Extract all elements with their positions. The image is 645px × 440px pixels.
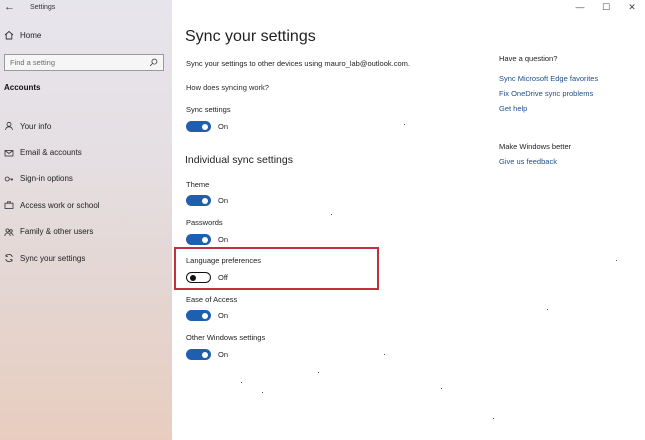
briefcase-icon <box>4 201 14 210</box>
search-icon[interactable] <box>149 58 158 67</box>
toggle-state: On <box>218 311 229 320</box>
sync-settings-toggle-row: On <box>186 121 228 132</box>
speck <box>547 309 548 310</box>
speck <box>441 388 442 389</box>
sidebar-item-sign-in-options[interactable]: Sign-in options <box>4 166 169 192</box>
sidebar-item-email-accounts[interactable]: Email & accounts <box>4 139 169 165</box>
close-button[interactable]: ✕ <box>619 0 645 14</box>
speck <box>616 260 617 261</box>
theme-toggle[interactable] <box>186 195 211 206</box>
window-controls: — ☐ ✕ <box>567 0 645 14</box>
title-bar: ← Settings <box>0 0 172 18</box>
language-preferences-toggle-row: Off <box>186 272 228 283</box>
ease-of-access-toggle[interactable] <box>186 310 211 321</box>
ease-of-access-toggle-row: On <box>186 310 228 321</box>
ease-of-access-label: Ease of Access <box>186 295 238 304</box>
how-syncing-works-link[interactable]: How does syncing work? <box>186 83 269 92</box>
toggle-state: On <box>218 122 229 131</box>
search-placeholder: Find a setting <box>10 58 56 67</box>
app-title: Settings <box>30 4 56 11</box>
mail-icon <box>4 149 14 156</box>
home-nav-item[interactable]: Home <box>4 30 41 40</box>
toggle-knob <box>202 197 208 204</box>
other-windows-settings-toggle-row: On <box>186 349 228 360</box>
home-icon <box>4 30 14 40</box>
toggle-state: On <box>218 350 229 359</box>
language-preferences-label: Language preferences <box>186 256 262 265</box>
speck <box>262 392 263 393</box>
sidebar-item-your-info[interactable]: Your info <box>4 113 169 139</box>
home-label: Home <box>20 30 42 40</box>
passwords-toggle[interactable] <box>186 234 211 245</box>
person-icon <box>5 122 13 131</box>
speck <box>493 418 494 419</box>
people-icon <box>4 228 14 236</box>
navigation-pane: ← Settings Home Find a setting Accounts … <box>0 0 172 440</box>
minimize-button[interactable]: — <box>567 0 593 14</box>
passwords-label: Passwords <box>186 218 223 227</box>
search-input[interactable]: Find a setting <box>4 54 164 71</box>
sidebar-item-label: Access work or school <box>20 200 100 210</box>
sidebar-item-access-work-school[interactable]: Access work or school <box>4 192 169 218</box>
speck <box>331 214 332 215</box>
feedback-link[interactable]: Give us feedback <box>499 157 557 166</box>
speck <box>384 354 385 355</box>
sidebar-item-label: Your info <box>20 121 52 131</box>
speck <box>318 372 319 373</box>
sidebar-item-label: Sign-in options <box>20 174 73 184</box>
highlight-box <box>174 247 379 290</box>
sync-settings-label: Sync settings <box>186 105 231 114</box>
help-link-onedrive[interactable]: Fix OneDrive sync problems <box>499 89 593 98</box>
back-arrow-icon[interactable]: ← <box>4 1 15 13</box>
sidebar-item-label: Sync your settings <box>20 253 86 263</box>
toggle-knob <box>190 274 196 281</box>
feedback-heading: Make Windows better <box>499 142 572 151</box>
other-windows-settings-label: Other Windows settings <box>186 333 266 342</box>
sync-settings-toggle[interactable] <box>186 121 211 132</box>
speck <box>241 382 242 383</box>
sidebar-item-sync-settings[interactable]: Sync your settings <box>4 245 169 271</box>
toggle-state: On <box>218 196 229 205</box>
sidebar-item-family-other-users[interactable]: Family & other users <box>4 219 169 245</box>
toggle-knob <box>202 312 208 319</box>
sync-icon <box>5 254 13 263</box>
help-heading: Have a question? <box>499 54 558 63</box>
key-icon <box>4 176 13 182</box>
help-link-edge-favorites[interactable]: Sync Microsoft Edge favorites <box>499 74 598 83</box>
toggle-state: Off <box>218 273 228 282</box>
toggle-state: On <box>218 235 229 244</box>
language-preferences-toggle[interactable] <box>186 272 211 283</box>
section-label: Accounts <box>4 83 41 92</box>
passwords-toggle-row: On <box>186 234 228 245</box>
accounts-nav-list: Your info Email & accounts Sign-in optio… <box>4 113 169 271</box>
intro-text: Sync your settings to other devices usin… <box>186 59 410 68</box>
toggle-knob <box>202 236 208 243</box>
page-title: Sync your settings <box>185 28 316 45</box>
toggle-knob <box>202 123 208 130</box>
help-link-get-help[interactable]: Get help <box>499 104 527 113</box>
sidebar-item-label: Family & other users <box>20 227 94 237</box>
toggle-knob <box>202 351 208 358</box>
theme-label: Theme <box>186 180 210 189</box>
individual-sync-heading: Individual sync settings <box>185 154 293 166</box>
sidebar-item-label: Email & accounts <box>20 148 82 158</box>
other-windows-settings-toggle[interactable] <box>186 349 211 360</box>
theme-toggle-row: On <box>186 195 228 206</box>
maximize-button[interactable]: ☐ <box>593 0 619 14</box>
speck <box>404 124 405 125</box>
